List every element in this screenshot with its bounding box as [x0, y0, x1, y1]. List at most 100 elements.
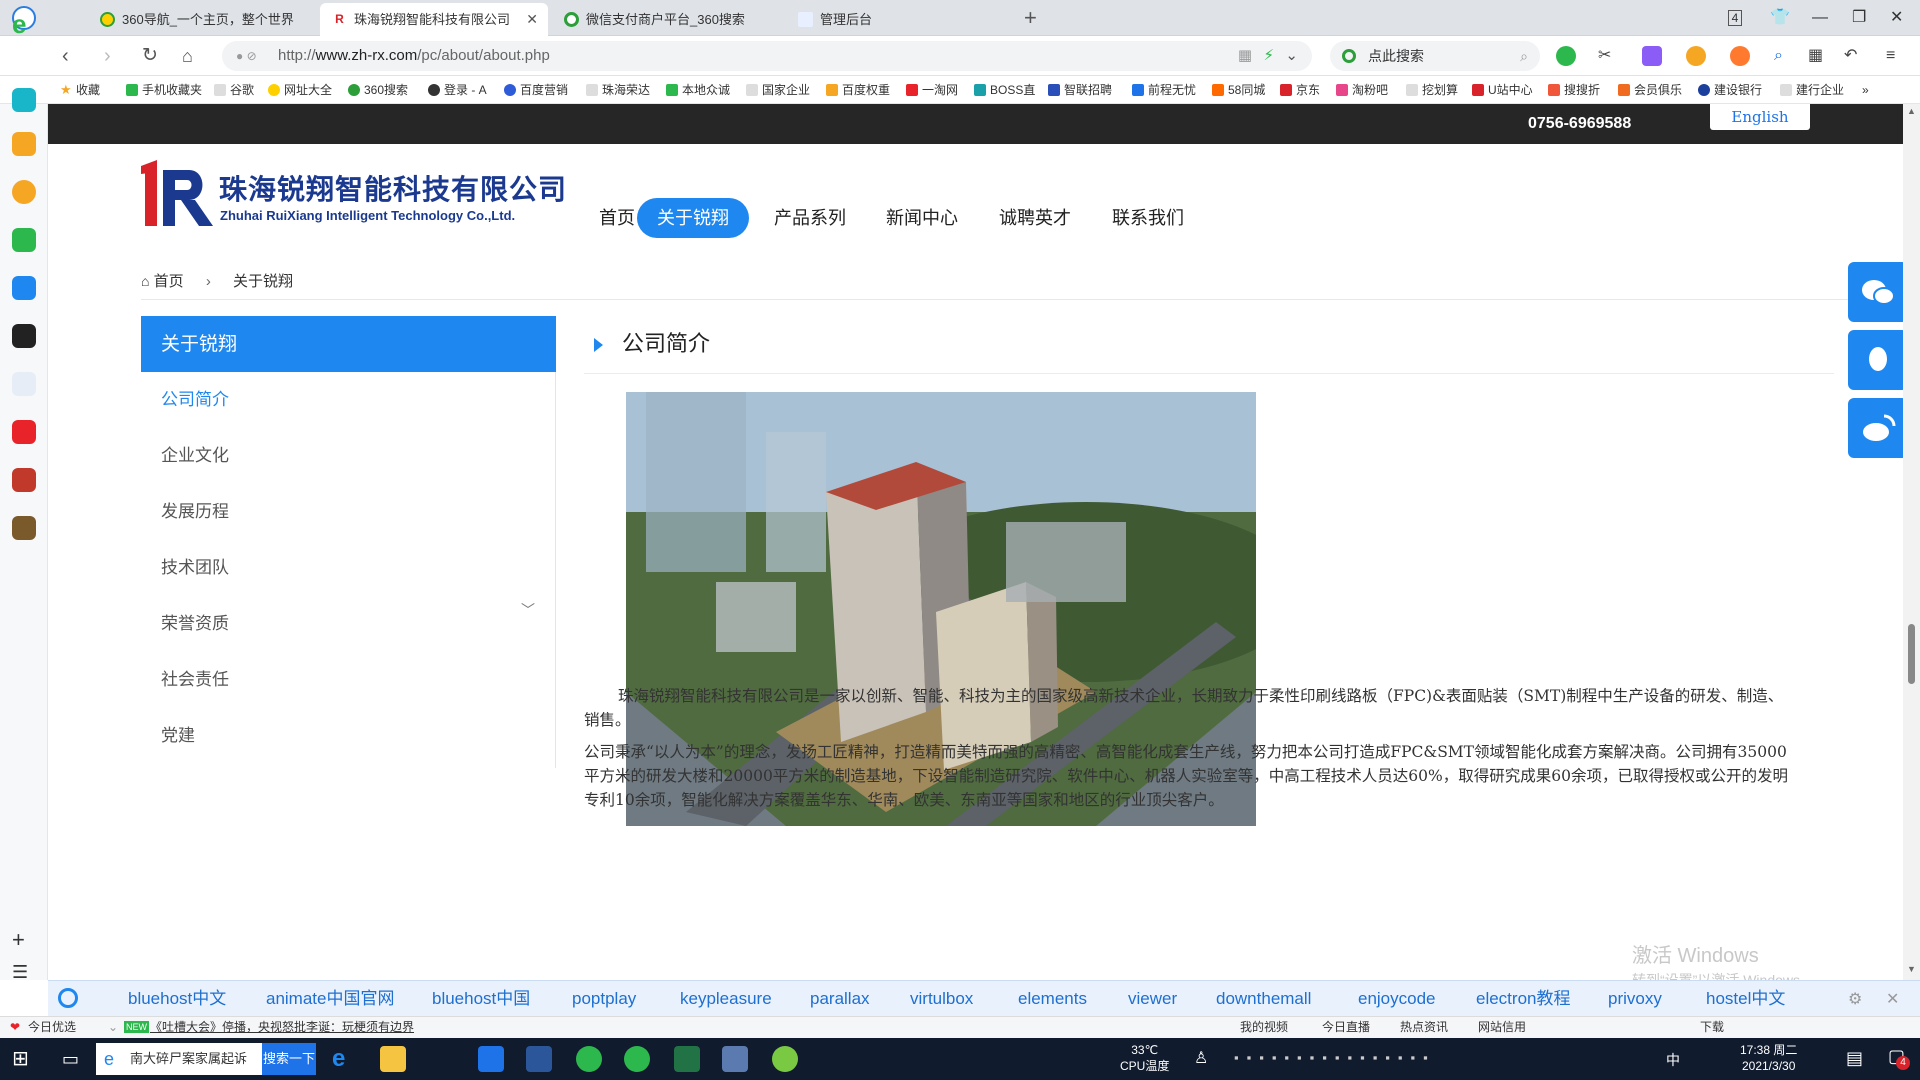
- scissors-icon[interactable]: ✂: [1598, 46, 1618, 66]
- bookmark-item[interactable]: 珠海荣达: [586, 76, 650, 104]
- scroll-up-icon[interactable]: ▲: [1907, 106, 1916, 116]
- english-button[interactable]: English: [1710, 104, 1810, 130]
- edge-icon[interactable]: e: [332, 1046, 358, 1072]
- undo-icon[interactable]: ↶: [1844, 46, 1864, 66]
- nav-about[interactable]: 关于锐翔: [637, 198, 749, 238]
- bookmark-item[interactable]: 本地众诚: [666, 76, 730, 104]
- quick-link[interactable]: keypleasure: [680, 981, 772, 1017]
- game2-icon[interactable]: [12, 516, 36, 540]
- breadcrumb-home[interactable]: 首页: [154, 273, 184, 290]
- game1-icon[interactable]: [12, 468, 36, 492]
- float-weibo-button[interactable]: [1848, 398, 1903, 458]
- quick-link[interactable]: parallax: [810, 981, 870, 1017]
- close-window-button[interactable]: ✕: [1890, 4, 1903, 32]
- browser-logo-icon[interactable]: e: [12, 11, 36, 37]
- ime-indicator[interactable]: 中: [1666, 1050, 1680, 1070]
- bookmark-item[interactable]: BOSS直: [974, 76, 1035, 104]
- sidebar-item-team[interactable]: 技术团队: [141, 540, 556, 596]
- bookmark-item[interactable]: 搜搜折: [1548, 76, 1600, 104]
- bookmark-item[interactable]: 国家企业: [746, 76, 810, 104]
- tab-wechat-pay[interactable]: 微信支付商户平台_360搜索: [552, 3, 780, 36]
- site-info-icon[interactable]: ● ⊘: [236, 41, 257, 71]
- translate-icon[interactable]: [1642, 46, 1662, 66]
- reload-button[interactable]: ↻: [142, 42, 158, 70]
- weibo-icon[interactable]: [12, 180, 36, 204]
- clock[interactable]: 17:38 周二 2021/3/30: [1740, 1042, 1797, 1074]
- mail-icon[interactable]: [12, 228, 36, 252]
- 360-search-icon[interactable]: [58, 988, 78, 1008]
- quick-link[interactable]: animate中国官网: [266, 981, 394, 1017]
- bookmark-item[interactable]: 挖划算: [1406, 76, 1458, 104]
- scroll-down-icon[interactable]: ▼: [1907, 964, 1916, 974]
- bookmark-item[interactable]: 智联招聘: [1048, 76, 1112, 104]
- menu-icon[interactable]: ≡: [1886, 46, 1906, 66]
- skin-icon[interactable]: 👕: [1770, 4, 1790, 32]
- bookmark-item[interactable]: 58同城: [1212, 76, 1265, 104]
- quick-link[interactable]: downthemall: [1216, 981, 1311, 1017]
- bookmark-item[interactable]: 淘粉吧: [1336, 76, 1388, 104]
- bookmark-item[interactable]: 建设银行: [1698, 76, 1762, 104]
- nav-contact[interactable]: 联系我们: [1098, 198, 1198, 238]
- bookmark-item[interactable]: 360搜索: [348, 76, 408, 104]
- tray-icons[interactable]: ▪▪▪▪▪▪▪▪▪▪▪▪▪▪▪▪: [1234, 1050, 1436, 1065]
- quick-link[interactable]: hostel中文: [1706, 981, 1785, 1017]
- quick-link[interactable]: enjoycode: [1358, 981, 1436, 1017]
- bookmark-item[interactable]: 谷歌: [214, 76, 254, 104]
- scrollbar-thumb[interactable]: [1908, 624, 1915, 684]
- nav-products[interactable]: 产品系列: [760, 198, 860, 238]
- game-taskbar-icon[interactable]: [772, 1046, 798, 1072]
- plus-app-icon[interactable]: [12, 88, 36, 112]
- bookmark-item[interactable]: 一淘网: [906, 76, 958, 104]
- expand-icon[interactable]: ⌄: [108, 1017, 118, 1038]
- quick-link[interactable]: virtulbox: [910, 981, 973, 1017]
- qr-icon[interactable]: ▦: [1238, 41, 1252, 71]
- game-icon[interactable]: [1730, 46, 1750, 66]
- forward-button[interactable]: ›: [104, 42, 111, 70]
- task-view-icon[interactable]: ▭: [62, 1048, 79, 1070]
- ip-icon[interactable]: [12, 276, 36, 300]
- word-icon[interactable]: [526, 1046, 552, 1072]
- sidebar-item-culture[interactable]: 企业文化: [141, 428, 556, 484]
- apps-grid-icon[interactable]: ▦: [1808, 46, 1828, 66]
- doc-icon[interactable]: [12, 372, 36, 396]
- remote-desktop-icon[interactable]: [722, 1046, 748, 1072]
- quick-link[interactable]: electron教程: [1476, 981, 1570, 1017]
- page-scrollbar[interactable]: ▲ ▼: [1903, 104, 1920, 980]
- status-my-videos[interactable]: 我的视频: [1240, 1017, 1288, 1038]
- status-live[interactable]: 今日直播: [1322, 1017, 1370, 1038]
- float-qq-button[interactable]: [1848, 330, 1903, 390]
- tab-count-badge[interactable]: 4: [1728, 10, 1742, 26]
- quick-link[interactable]: privoxy: [1608, 981, 1662, 1017]
- status-hot-news[interactable]: 热点资讯: [1400, 1017, 1448, 1038]
- find-icon[interactable]: ⌕: [1774, 46, 1794, 66]
- bookmarks-more-icon[interactable]: »: [1862, 76, 1869, 104]
- bookmark-item[interactable]: 会员俱乐: [1618, 76, 1682, 104]
- bookmark-item[interactable]: 网址大全: [268, 76, 332, 104]
- tab-admin[interactable]: 管理后台: [786, 3, 1014, 36]
- bookmark-item[interactable]: 建行企业: [1780, 76, 1844, 104]
- tab-zhrx[interactable]: R 珠海锐翔智能科技有限公司 ✕: [320, 3, 548, 36]
- status-site-credit[interactable]: 网站信用: [1478, 1017, 1526, 1038]
- taskbar-search-box[interactable]: e 南大碎尸案家属起诉: [96, 1043, 262, 1075]
- back-button[interactable]: ‹: [62, 42, 69, 70]
- add-app-icon[interactable]: +: [12, 928, 36, 952]
- bookmark-item[interactable]: 手机收藏夹: [126, 76, 202, 104]
- sidebar-item-responsibility[interactable]: 社会责任: [141, 652, 556, 708]
- windows-start-icon[interactable]: ⊞: [12, 1048, 29, 1070]
- people-icon[interactable]: ♙: [1194, 1048, 1208, 1068]
- action-center-icon[interactable]: ▢ 4: [1888, 1046, 1910, 1070]
- rail-menu-icon[interactable]: ☰: [12, 960, 36, 984]
- quick-link[interactable]: bluehost中国: [432, 981, 530, 1017]
- sidebar-item-party[interactable]: 党建: [141, 708, 556, 764]
- quick-link[interactable]: viewer: [1128, 981, 1177, 1017]
- nav-news[interactable]: 新闻中心: [872, 198, 972, 238]
- 360-browser-taskbar-icon[interactable]: [576, 1046, 602, 1072]
- excel-icon[interactable]: [674, 1046, 700, 1072]
- linkbar-settings-icon[interactable]: ⚙: [1848, 989, 1862, 1009]
- linkbar-close-icon[interactable]: ✕: [1886, 989, 1899, 1009]
- bookmark-item[interactable]: 前程无忧: [1132, 76, 1196, 104]
- favorites-icon[interactable]: [12, 132, 36, 156]
- sidebar-item-history[interactable]: 发展历程: [141, 484, 556, 540]
- wechat-taskbar-icon[interactable]: [624, 1046, 650, 1072]
- float-wechat-button[interactable]: [1848, 262, 1903, 322]
